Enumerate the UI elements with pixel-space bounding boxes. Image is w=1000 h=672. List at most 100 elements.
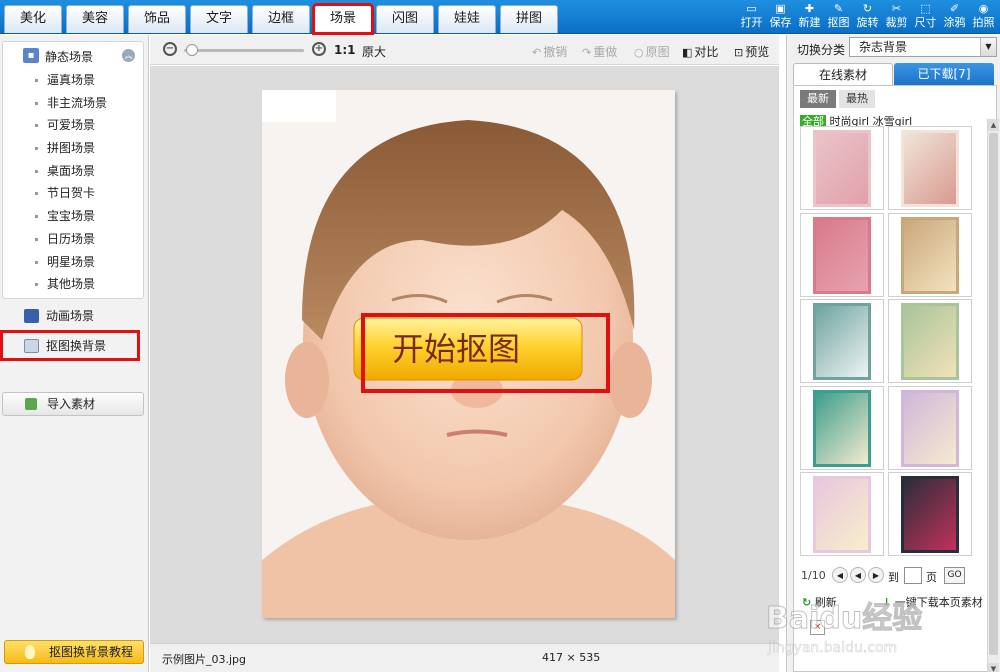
thumbnail-image — [813, 389, 871, 467]
left-sidebar: ▪ 静态场景 ︽ 逼真场景 非主流场景 可爱场景 拼图场景 桌面场景 节日贺卡 … — [0, 35, 149, 672]
canvas-toolbar: − + 1:1 原大 ↶ 撤销 ↷ 重做 ○ 原图 ◧ 对比 ⊡ 预览 — [150, 35, 779, 65]
preview-button[interactable]: ⊡ 预览 — [734, 43, 769, 60]
new-button[interactable]: ✚ 新建 — [795, 0, 824, 34]
folder-open-icon: ▭ — [746, 2, 757, 15]
canvas-stage: 开始抠图 — [150, 66, 779, 643]
go-button[interactable]: GO — [944, 567, 965, 584]
switch-category-label: 切换分类 — [797, 43, 846, 57]
material-panel: 最新 最热 全部 时尚girl 冰雪girl 1/10 ◀ ◀ ▶ 到 页 GO… — [793, 85, 997, 672]
page-number-input[interactable] — [904, 567, 922, 584]
doodle-button[interactable]: ✐ 涂鸦 — [940, 0, 969, 34]
scroll-up-icon[interactable]: ▲ — [988, 119, 999, 131]
sidebar-item-realistic[interactable]: 逼真场景 — [3, 69, 143, 92]
sidebar-item-collage[interactable]: 拼图场景 — [3, 137, 143, 160]
scrollbar-thumb[interactable] — [989, 133, 998, 655]
resize-icon: ⬚ — [920, 2, 931, 15]
download-all-button[interactable]: ↓ 一键下载本页素材 — [882, 594, 983, 610]
original-size-label[interactable]: 原大 — [362, 43, 386, 60]
actual-size-button[interactable]: 1:1 — [334, 43, 356, 57]
rotate-button[interactable]: ↻ 旋转 — [853, 0, 882, 34]
prev-page-icon[interactable]: ◀ — [850, 567, 866, 583]
static-scene-header[interactable]: ▪ 静态场景 ︽ — [3, 46, 143, 66]
redo-button[interactable]: ↷ 重做 — [582, 43, 617, 60]
sidebar-item-desktop[interactable]: 桌面场景 — [3, 160, 143, 183]
tutorial-button[interactable]: 抠图换背景教程 — [4, 640, 144, 664]
open-button[interactable]: ▭ 打开 — [737, 0, 766, 34]
tab-border[interactable]: 边框 — [252, 5, 310, 33]
crop-button[interactable]: ✂ 裁剪 — [882, 0, 911, 34]
background-thumbnail[interactable] — [888, 126, 972, 210]
first-page-icon[interactable]: ◀ — [832, 567, 848, 583]
collapse-icon[interactable]: ︽ — [122, 49, 135, 62]
photo-canvas[interactable]: 开始抠图 — [262, 90, 675, 618]
import-material-button[interactable]: 导入素材 — [2, 392, 144, 416]
background-thumbnail[interactable] — [800, 472, 884, 556]
background-thumbnail[interactable] — [800, 126, 884, 210]
sidebar-item-calendar[interactable]: 日历场景 — [3, 228, 143, 251]
scroll-down-icon[interactable]: ▼ — [988, 663, 999, 672]
tab-flash[interactable]: 闪图 — [376, 5, 434, 33]
background-thumbnail[interactable] — [888, 472, 972, 556]
static-scene-icon: ▪ — [23, 48, 39, 63]
camera-button[interactable]: ◉ 拍照 — [969, 0, 998, 34]
zoom-out-icon[interactable]: − — [163, 42, 177, 56]
sidebar-item-baby[interactable]: 宝宝场景 — [3, 205, 143, 228]
sidebar-item-holiday-card[interactable]: 节日贺卡 — [3, 182, 143, 205]
right-scrollbar[interactable]: ▲ ▼ — [987, 119, 999, 672]
paint-icon: ✐ — [949, 2, 960, 15]
tab-scene[interactable]: 场景 — [312, 3, 374, 35]
download-icon: ↓ — [882, 596, 892, 609]
background-thumbnail[interactable] — [800, 385, 884, 470]
start-cutout-button[interactable]: 开始抠图 — [353, 317, 583, 381]
plus-icon: ✚ — [804, 2, 815, 15]
thumbnail-image — [901, 303, 959, 380]
pagination: 1/10 ◀ ◀ ▶ 到 页 GO — [800, 566, 996, 586]
tab-text[interactable]: 文字 — [190, 5, 248, 33]
import-icon — [25, 398, 37, 410]
thumbnail-image — [813, 216, 871, 294]
compare-button[interactable]: ◧ 对比 — [682, 43, 718, 60]
background-thumbnail[interactable] — [888, 385, 972, 470]
sidebar-item-cute[interactable]: 可爱场景 — [3, 114, 143, 137]
baby-photo: 开始抠图 — [262, 90, 675, 618]
top-bar: 美化 美容 饰品 文字 边框 场景 闪图 娃娃 拼图 ▭ 打开 ▣ 保存 ✚ 新建 ✎… — [0, 0, 1000, 35]
zoom-slider-thumb[interactable] — [186, 44, 198, 56]
refresh-button[interactable]: ↻ 刷新 — [802, 594, 837, 610]
tab-collage[interactable]: 拼图 — [500, 5, 558, 33]
background-thumbnail[interactable] — [800, 212, 884, 297]
undo-button[interactable]: ↶ 撤销 — [532, 43, 567, 60]
rotate-icon: ↻ — [862, 2, 873, 15]
image-dimensions: 417 × 535 — [542, 651, 601, 664]
main-tabs: 美化 美容 饰品 文字 边框 场景 闪图 娃娃 拼图 — [4, 3, 558, 35]
background-thumbnail[interactable] — [800, 299, 884, 383]
resize-button[interactable]: ⬚ 尺寸 — [911, 0, 940, 34]
tab-online-materials[interactable]: 在线素材 — [793, 63, 893, 85]
refresh-icon: ↻ — [802, 596, 812, 609]
sidebar-item-alternative[interactable]: 非主流场景 — [3, 92, 143, 115]
cutout-button[interactable]: ✎ 抠图 — [824, 0, 853, 34]
tab-doll[interactable]: 娃娃 — [438, 5, 496, 33]
sidebar-item-other[interactable]: 其他场景 — [3, 273, 143, 296]
camera-icon: ◉ — [978, 2, 989, 15]
svg-text:开始抠图: 开始抠图 — [392, 330, 520, 368]
tab-beautify[interactable]: 美化 — [4, 5, 62, 33]
zoom-slider[interactable] — [184, 49, 304, 52]
original-image-button[interactable]: ○ 原图 — [634, 43, 670, 60]
sort-newest-button[interactable]: 最新 — [800, 90, 836, 108]
thumbnail-image — [901, 476, 959, 553]
sidebar-item-celebrity[interactable]: 明星场景 — [3, 251, 143, 274]
next-page-icon[interactable]: ▶ — [868, 567, 884, 583]
category-select[interactable]: 杂志背景 ▼ — [849, 37, 997, 57]
tab-makeup[interactable]: 美容 — [66, 5, 124, 33]
tab-downloaded[interactable]: 已下载[7] — [894, 63, 994, 85]
compare-icon: ◧ — [682, 46, 693, 59]
sort-hottest-button[interactable]: 最热 — [839, 90, 875, 108]
sidebar-item-animated[interactable]: 动画场景 — [4, 305, 144, 327]
save-button[interactable]: ▣ 保存 — [766, 0, 795, 34]
thumbnail-image — [813, 303, 871, 380]
zoom-in-icon[interactable]: + — [312, 42, 326, 56]
background-thumbnail[interactable] — [888, 212, 972, 297]
background-thumbnail[interactable] — [888, 299, 972, 383]
right-panel: 切换分类 杂志背景 ▼ 在线素材 已下载[7] 最新 最热 全部 时尚girl … — [786, 35, 1000, 672]
tab-accessories[interactable]: 饰品 — [128, 5, 186, 33]
